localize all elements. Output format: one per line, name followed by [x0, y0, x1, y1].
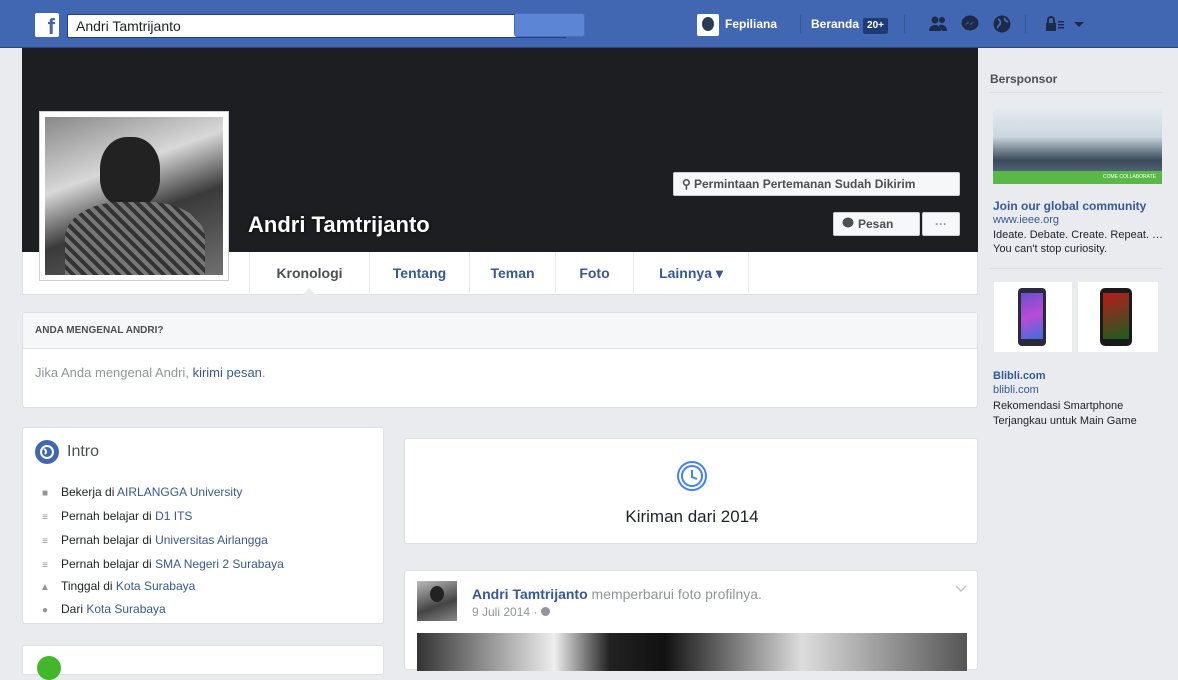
briefcase-icon: ■: [41, 488, 49, 499]
intro-link[interactable]: Kota Surabaya: [116, 579, 195, 593]
search-input[interactable]: Andri Tamtrijanto: [67, 14, 567, 38]
intro-item: ≡ Pernah belajar di Universitas Airlangga: [39, 532, 268, 550]
intro-link[interactable]: D1 ITS: [155, 509, 192, 523]
sponsored-heading: Bersponsor: [990, 72, 1058, 86]
year-posts-label: Kiriman dari 2014: [625, 507, 759, 526]
location-pin-icon: ●: [41, 605, 49, 616]
facebook-logo-icon[interactable]: f: [35, 13, 59, 39]
chevron-down-icon[interactable]: [955, 585, 967, 593]
post-header: Andri Tamtrijanto memperbarui foto profi…: [472, 586, 762, 602]
post-card: Andri Tamtrijanto memperbarui foto profi…: [404, 570, 978, 671]
search-icon: [544, 20, 556, 32]
graduation-cap-icon: ≡: [42, 560, 48, 571]
intro-item: ≡ Pernah belajar di SMA Negeri 2 Surabaya: [39, 556, 284, 574]
intro-item: ≡ Pernah belajar di D1 ITS: [39, 508, 192, 526]
know-person-text: Jika Anda mengenal Andri, kirimi pesan.: [23, 349, 977, 396]
graduation-cap-icon: ≡: [42, 536, 48, 547]
intro-item: ● Dari Kota Surabaya: [39, 601, 166, 619]
message-button-label: Pesan: [858, 217, 894, 231]
ieee-ad-image[interactable]: COME COLLABORATE: [993, 105, 1162, 184]
tab-lainnya[interactable]: Lainnya ▾: [633, 252, 749, 295]
photos-card: [22, 645, 384, 680]
graduation-cap-icon: ≡: [42, 512, 48, 523]
topbar-divider: [800, 15, 801, 33]
profile-picture[interactable]: [39, 111, 229, 281]
post-action-text: memperbarui foto profilnya.: [587, 586, 762, 602]
photos-icon: [37, 656, 61, 680]
chevron-down-icon[interactable]: [1072, 14, 1086, 34]
tab-foto[interactable]: Foto: [555, 252, 633, 295]
home-link-label: Beranda: [811, 17, 860, 31]
post-photo[interactable]: [417, 633, 967, 671]
blibli-ad-phone-2[interactable]: [1078, 282, 1158, 352]
intro-item: ▲ Tinggal di Kota Surabaya: [39, 578, 195, 596]
active-tab-indicator: [301, 288, 317, 296]
home-icon: ▲: [40, 582, 50, 593]
post-meta: 9 Juli 2014 ·: [472, 605, 550, 619]
profile-shortcut[interactable]: Fepiliana: [697, 13, 778, 36]
intro-link[interactable]: SMA Negeri 2 Surabaya: [155, 557, 284, 571]
topbar-divider: [1025, 15, 1026, 33]
intro-link[interactable]: AIRLANGGA University: [117, 485, 242, 499]
know-person-prefix: Jika Anda mengenal Andri,: [35, 365, 193, 380]
blibli-ad-title[interactable]: Blibli.com: [993, 370, 1046, 382]
know-person-card: ANDA MENGENAL ANDRI? Jika Anda mengenal …: [22, 312, 978, 408]
tab-teman[interactable]: Teman: [469, 252, 555, 295]
post-author-avatar[interactable]: [417, 581, 457, 621]
top-navigation-bar: f Andri Tamtrijanto Fepiliana Beranda 20+: [0, 0, 1178, 48]
intro-card: Intro ■ Bekerja di AIRLANGGA University ≡…: [22, 427, 384, 624]
public-globe-icon: [540, 607, 550, 616]
intro-item: ■ Bekerja di AIRLANGGA University: [39, 484, 242, 502]
ieee-ad-title[interactable]: Join our global community: [993, 199, 1165, 213]
home-badge: 20+: [863, 18, 888, 34]
home-link[interactable]: Beranda 20+: [811, 13, 888, 35]
intro-title: Intro: [35, 440, 99, 464]
message-button[interactable]: Pesan: [833, 212, 920, 236]
divider: [990, 92, 1162, 93]
post-date-link[interactable]: 9 Juli 2014 ·: [472, 605, 541, 619]
tab-tentang[interactable]: Tentang: [369, 252, 469, 295]
globe-icon: [35, 440, 59, 464]
friend-requests-icon[interactable]: [928, 14, 948, 34]
profile-photo-image: [45, 117, 223, 275]
blibli-ad-url[interactable]: blibli.com: [993, 384, 1039, 396]
more-options-button[interactable]: ···: [922, 212, 960, 236]
notifications-globe-icon[interactable]: [992, 14, 1012, 34]
profile-shortcut-name: Fepiliana: [725, 17, 778, 31]
blibli-ad-text: Rekomendasi Smartphone Terjangkau untuk …: [993, 400, 1137, 427]
send-message-link[interactable]: kirimi pesan: [193, 365, 262, 380]
add-friend-icon: ⚲: [682, 177, 691, 191]
friend-request-sent-button[interactable]: ⚲ Permintaan Pertemanan Sudah Dikirim: [673, 172, 960, 196]
avatar: [697, 13, 719, 36]
intro-link[interactable]: Universitas Airlangga: [155, 533, 268, 547]
year-posts-header: Kiriman dari 2014: [404, 438, 978, 544]
ieee-ad-url[interactable]: www.ieee.org: [993, 214, 1059, 226]
messages-icon[interactable]: [960, 14, 980, 34]
blibli-ad-phone-1[interactable]: [994, 282, 1072, 352]
profile-name[interactable]: Andri Tamtrijanto: [248, 212, 430, 238]
know-person-heading: ANDA MENGENAL ANDRI?: [23, 313, 977, 349]
clock-icon: [677, 461, 707, 491]
messenger-icon: [842, 217, 854, 228]
intro-title-label: Intro: [67, 443, 100, 461]
divider: [990, 268, 1162, 269]
search-button[interactable]: [514, 13, 585, 37]
friend-request-label: Permintaan Pertemanan Sudah Dikirim: [694, 177, 916, 191]
ieee-ad-text: Ideate. Debate. Create. Repeat. … You ca…: [993, 229, 1163, 255]
post-author-link[interactable]: Andri Tamtrijanto: [472, 586, 588, 602]
know-person-period: .: [261, 365, 266, 380]
privacy-lock-icon[interactable]: [1044, 14, 1066, 34]
ad-banner: COME COLLABORATE: [993, 171, 1162, 184]
topbar-divider: [904, 15, 905, 33]
intro-link[interactable]: Kota Surabaya: [86, 602, 165, 616]
